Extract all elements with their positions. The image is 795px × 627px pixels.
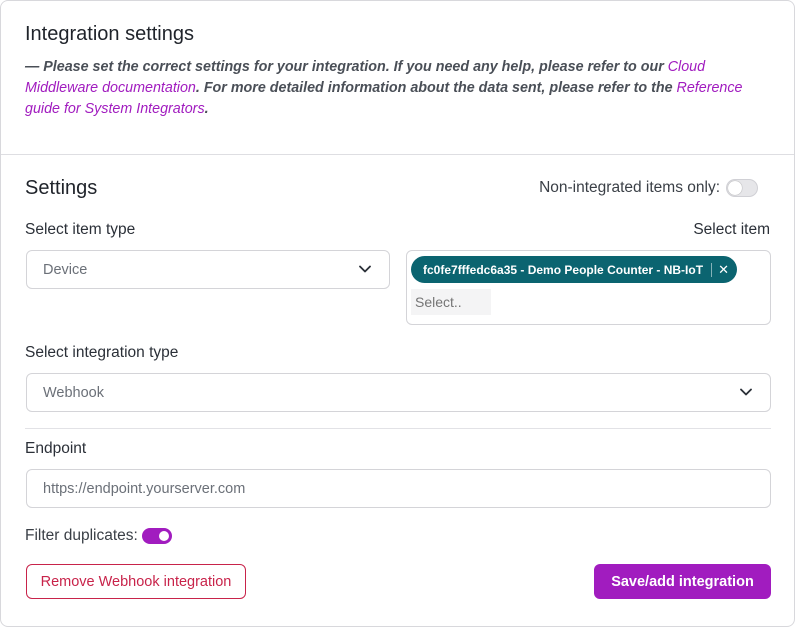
- toggle-knob: [158, 531, 169, 541]
- chip-label: fc0fe7fffedc6a35 - Demo People Counter -…: [423, 262, 704, 277]
- endpoint-label: Endpoint: [25, 440, 87, 457]
- settings-title: Settings: [25, 177, 98, 199]
- non-integrated-toggle-row: Non-integrated items only:: [539, 179, 758, 197]
- section-divider: [1, 154, 794, 155]
- toggle-knob: [728, 181, 742, 195]
- page-title: Integration settings: [25, 23, 194, 45]
- non-integrated-toggle[interactable]: [726, 179, 758, 197]
- intro-text: — Please set the correct settings for yo…: [25, 57, 765, 120]
- chevron-down-icon: [740, 388, 752, 395]
- chip-remove-icon[interactable]: ✕: [718, 262, 729, 278]
- item-type-select[interactable]: Device: [26, 250, 390, 289]
- item-type-label: Select item type: [25, 221, 136, 238]
- integration-settings-card: Integration settings — Please set the co…: [0, 0, 795, 627]
- item-type-value: Device: [43, 261, 88, 278]
- endpoint-input[interactable]: [26, 469, 771, 508]
- save-integration-button[interactable]: Save/add integration: [594, 564, 771, 599]
- item-label: Select item: [693, 221, 770, 238]
- chevron-down-icon: [359, 265, 371, 272]
- non-integrated-label: Non-integrated items only:: [539, 179, 720, 196]
- filter-duplicates-label: Filter duplicates:: [25, 527, 138, 544]
- filter-duplicates-row: Filter duplicates:: [25, 527, 172, 545]
- integration-type-value: Webhook: [43, 384, 104, 401]
- integration-type-label: Select integration type: [25, 344, 179, 361]
- integration-type-select[interactable]: Webhook: [26, 373, 771, 412]
- intro-prefix: — Please set the correct settings for yo…: [25, 59, 668, 75]
- remove-integration-button[interactable]: Remove Webhook integration: [26, 564, 246, 599]
- item-multiselect[interactable]: fc0fe7fffedc6a35 - Demo People Counter -…: [406, 250, 771, 325]
- selected-item-chip: fc0fe7fffedc6a35 - Demo People Counter -…: [411, 256, 737, 283]
- intro-suffix: .: [204, 101, 209, 117]
- intro-middle: . For more detailed information about th…: [195, 80, 677, 96]
- form-divider: [25, 428, 771, 429]
- chip-separator: [711, 262, 713, 277]
- filter-duplicates-toggle[interactable]: [141, 528, 172, 544]
- item-search-input[interactable]: [411, 289, 491, 315]
